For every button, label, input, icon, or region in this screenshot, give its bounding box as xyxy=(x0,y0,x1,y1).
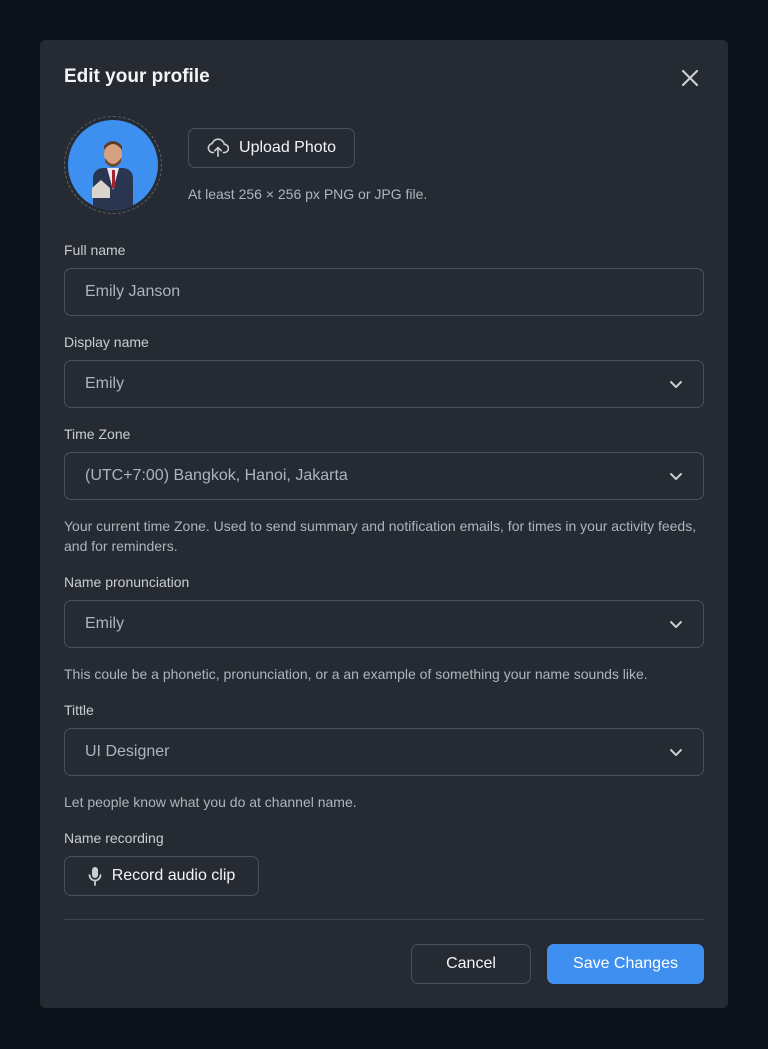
record-audio-label: Record audio clip xyxy=(111,867,236,884)
title-value: UI Designer xyxy=(85,743,170,760)
avatar-image xyxy=(68,120,158,210)
time-zone-select[interactable]: (UTC+7:00) Bangkok, Hanoi, Jakarta xyxy=(64,452,704,500)
pronunciation-value: Emily xyxy=(85,615,125,632)
upload-photo-button[interactable]: Upload Photo xyxy=(188,128,355,168)
title-select[interactable]: UI Designer xyxy=(64,728,704,776)
avatar[interactable] xyxy=(64,116,162,214)
save-changes-button[interactable]: Save Changes xyxy=(547,944,704,984)
time-zone-value: (UTC+7:00) Bangkok, Hanoi, Jakarta xyxy=(85,467,348,484)
title-help: Let people know what you do at channel n… xyxy=(64,794,357,810)
pronunciation-select[interactable]: Emily xyxy=(64,600,704,648)
chevron-down-icon xyxy=(670,472,682,480)
chevron-down-icon xyxy=(670,620,682,628)
cancel-button[interactable]: Cancel xyxy=(411,944,531,984)
microphone-icon xyxy=(88,867,102,886)
display-name-value: Emily xyxy=(85,375,125,392)
pronunciation-label: Name pronunciation xyxy=(64,574,190,590)
time-zone-help: Your current time Zone. Used to send sum… xyxy=(64,518,697,554)
full-name-input[interactable]: Emily Janson xyxy=(64,268,704,316)
upload-photo-label: Upload Photo xyxy=(239,139,336,156)
modal-title: Edit your profile xyxy=(64,66,210,87)
time-zone-label: Time Zone xyxy=(64,426,131,442)
display-name-select[interactable]: Emily xyxy=(64,360,704,408)
pronunciation-help: This coule be a phonetic, pronunciation,… xyxy=(64,666,648,682)
divider xyxy=(64,919,704,920)
title-label: Tittle xyxy=(64,702,94,718)
chevron-down-icon xyxy=(670,748,682,756)
full-name-label: Full name xyxy=(64,242,126,258)
full-name-value: Emily Janson xyxy=(85,283,181,300)
cloud-upload-icon xyxy=(207,138,230,157)
record-audio-button[interactable]: Record audio clip xyxy=(64,856,259,896)
edit-profile-modal: Edit your profile Upload Photo At least … xyxy=(40,40,728,1008)
recording-label: Name recording xyxy=(64,830,164,846)
upload-hint: At least 256 × 256 px PNG or JPG file. xyxy=(188,186,428,202)
close-icon[interactable] xyxy=(678,66,702,90)
chevron-down-icon xyxy=(670,380,682,388)
display-name-label: Display name xyxy=(64,334,149,350)
